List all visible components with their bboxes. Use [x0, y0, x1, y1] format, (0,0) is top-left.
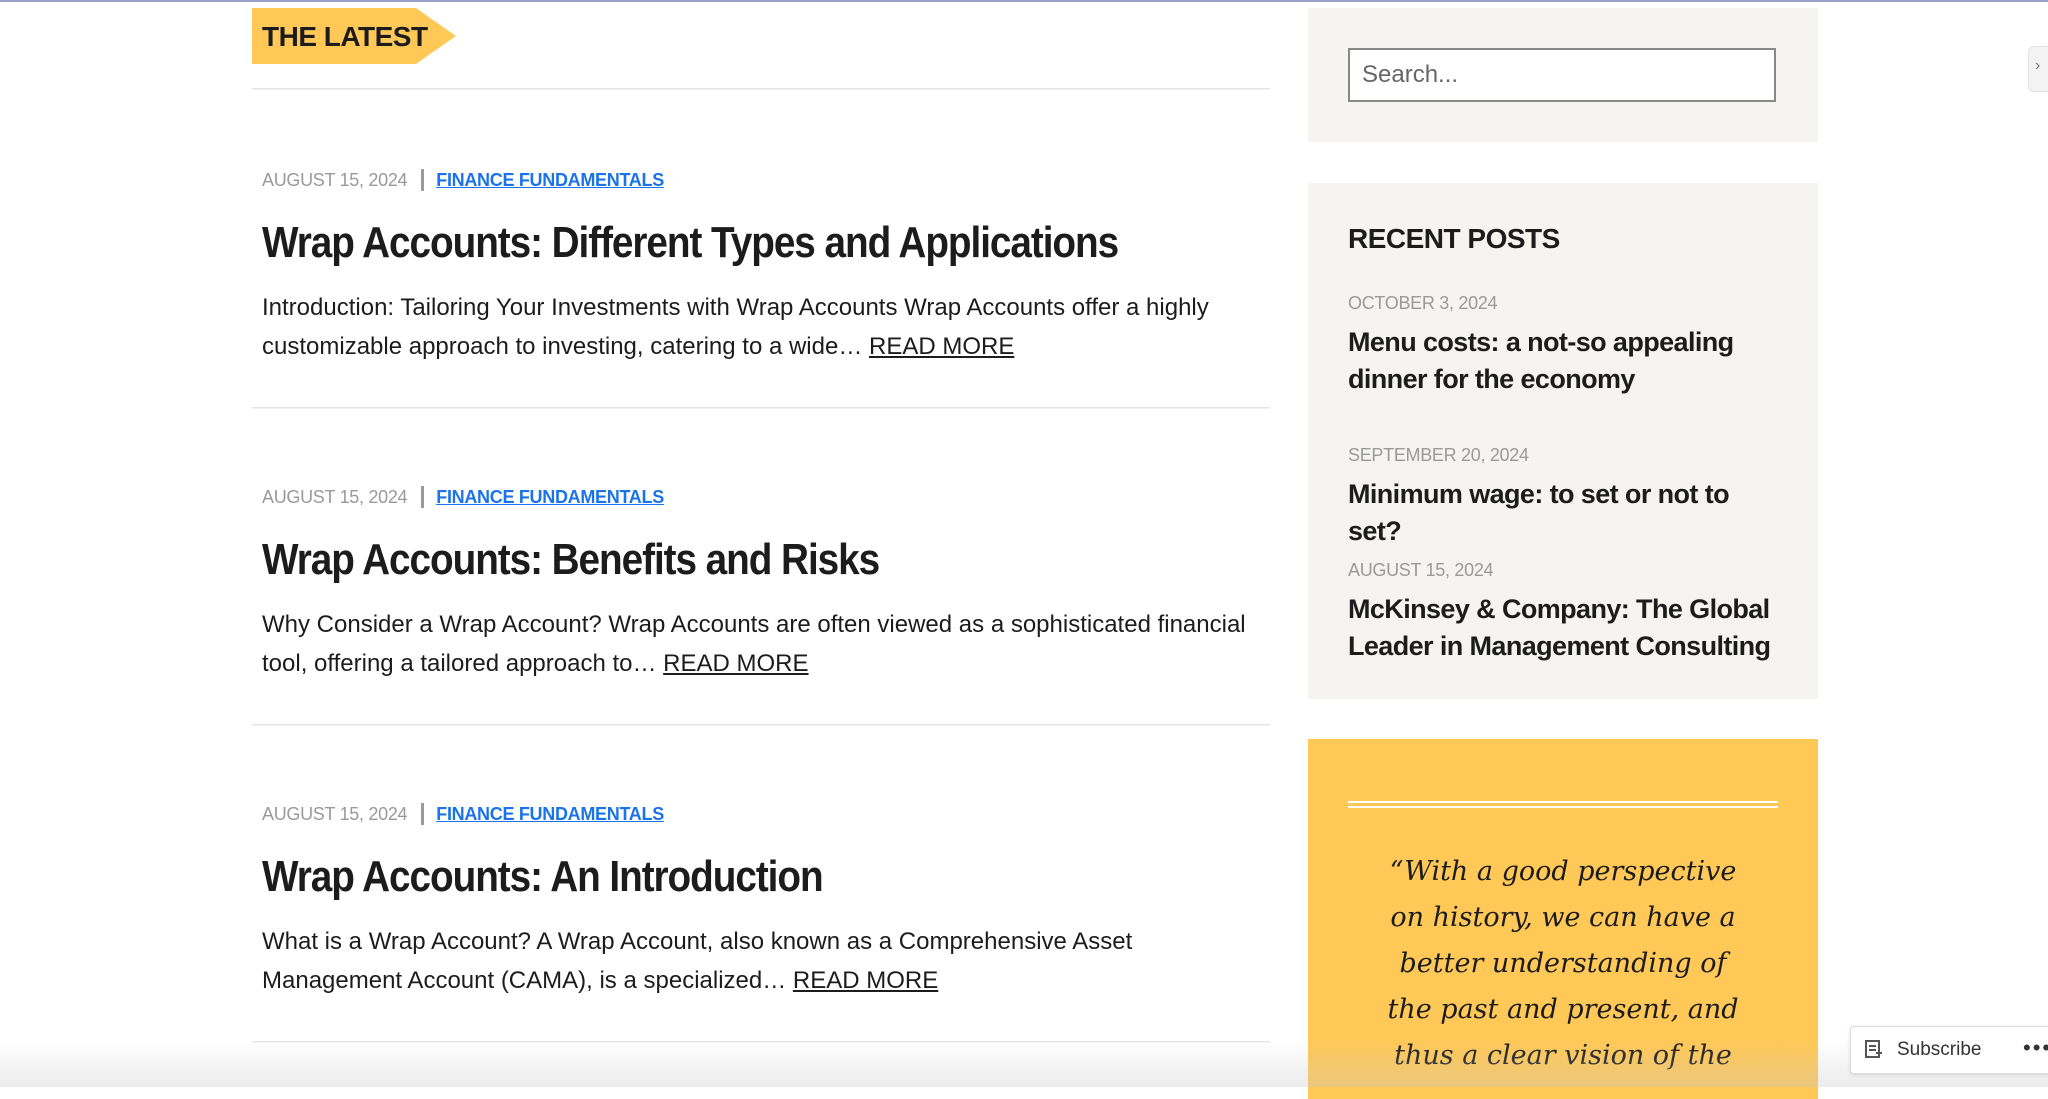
post-date: AUGUST 15, 2024	[262, 486, 408, 507]
post-meta: AUGUST 15, 2024 FINANCE FUNDAMENTALS	[262, 802, 664, 826]
quote-widget: “With a good perspective on history, we …	[1308, 739, 1818, 1099]
recent-post-link[interactable]: Menu costs: a not-so appealing dinner fo…	[1348, 324, 1788, 398]
post-excerpt: Introduction: Tailoring Your Investments…	[262, 288, 1267, 366]
top-border	[0, 0, 2048, 2]
read-more-link[interactable]: READ MORE	[663, 650, 808, 677]
read-more-link[interactable]: READ MORE	[869, 333, 1014, 360]
meta-separator	[421, 169, 425, 191]
post-divider	[252, 724, 1270, 726]
meta-separator	[421, 803, 425, 825]
reader-icon	[1865, 1040, 1883, 1060]
quote-divider	[1348, 801, 1778, 808]
post-excerpt: Why Consider a Wrap Account? Wrap Accoun…	[262, 605, 1267, 683]
post-category-link[interactable]: FINANCE FUNDAMENTALS	[436, 804, 664, 825]
more-options-icon[interactable]: •••	[2023, 1035, 2048, 1061]
subscribe-button[interactable]: Subscribe	[1865, 1035, 1982, 1065]
post-excerpt-text: What is a Wrap Account? A Wrap Account, …	[262, 928, 1133, 994]
post-meta: AUGUST 15, 2024 FINANCE FUNDAMENTALS	[262, 485, 664, 509]
post-title[interactable]: Wrap Accounts: Benefits and Risks	[262, 533, 880, 587]
search-input[interactable]	[1348, 48, 1776, 102]
meta-separator	[421, 486, 425, 508]
recent-post-date: SEPTEMBER 20, 2024	[1348, 445, 1529, 465]
post-title[interactable]: Wrap Accounts: An Introduction	[262, 850, 824, 904]
post-date: AUGUST 15, 2024	[262, 169, 408, 190]
post-title[interactable]: Wrap Accounts: Different Types and Appli…	[262, 216, 1119, 270]
subscribe-bar: Subscribe •••	[1850, 1026, 2048, 1074]
recent-post-item: OCTOBER 3, 2024 Menu costs: a not-so app…	[1348, 293, 1788, 398]
quote-text: “With a good perspective on history, we …	[1387, 856, 1739, 1071]
collapse-tab[interactable]: ›	[2028, 46, 2048, 92]
recent-post-link[interactable]: Minimum wage: to set or not to set?	[1348, 476, 1788, 550]
post-date: AUGUST 15, 2024	[262, 803, 408, 824]
recent-post-item: SEPTEMBER 20, 2024 Minimum wage: to set …	[1348, 445, 1788, 550]
subscribe-label: Subscribe	[1897, 1039, 1982, 1060]
read-more-link[interactable]: READ MORE	[793, 967, 938, 994]
recent-post-date: AUGUST 15, 2024	[1348, 560, 1494, 580]
post-excerpt: What is a Wrap Account? A Wrap Account, …	[262, 922, 1267, 1000]
post-divider	[252, 407, 1270, 409]
section-banner: THE LATEST	[252, 8, 456, 64]
recent-posts-widget: RECENT POSTS OCTOBER 3, 2024 Menu costs:…	[1308, 183, 1818, 699]
section-label: THE LATEST	[262, 21, 428, 52]
chevron-right-icon: ›	[2035, 57, 2041, 74]
section-divider	[252, 88, 1270, 90]
search-widget	[1308, 8, 1818, 142]
post-excerpt-text: Introduction: Tailoring Your Investments…	[262, 294, 1209, 360]
post-meta: AUGUST 15, 2024 FINANCE FUNDAMENTALS	[262, 168, 664, 192]
post-category-link[interactable]: FINANCE FUNDAMENTALS	[436, 487, 664, 508]
recent-post-item: AUGUST 15, 2024 McKinsey & Company: The …	[1348, 560, 1788, 665]
recent-post-link[interactable]: McKinsey & Company: The Global Leader in…	[1348, 591, 1788, 665]
recent-post-date: OCTOBER 3, 2024	[1348, 293, 1498, 313]
post-category-link[interactable]: FINANCE FUNDAMENTALS	[436, 170, 664, 191]
post-divider	[252, 1041, 1270, 1043]
widget-title: RECENT POSTS	[1348, 223, 1560, 254]
